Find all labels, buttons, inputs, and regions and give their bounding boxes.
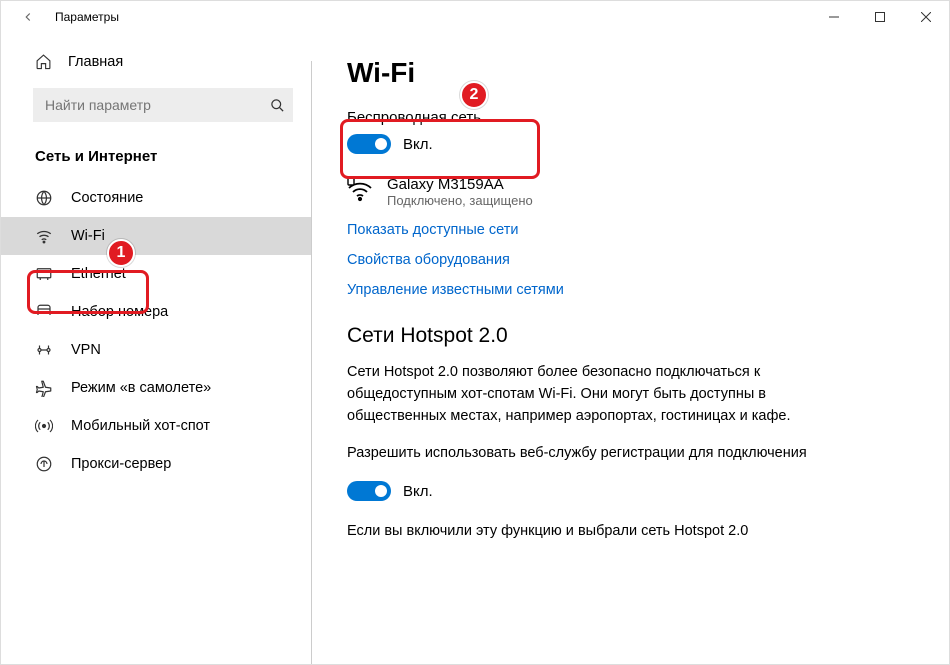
status-icon bbox=[35, 189, 53, 207]
hotspot-allow-label: Разрешить использовать веб-службу регист… bbox=[347, 443, 867, 465]
minimize-button[interactable] bbox=[811, 1, 857, 33]
link-hardware-properties[interactable]: Свойства оборудования bbox=[347, 252, 909, 268]
page-title: Wi-Fi bbox=[347, 57, 909, 89]
content-pane: Wi-Fi Беспроводная сеть Вкл. Galaxy M315… bbox=[311, 33, 949, 664]
search-icon[interactable] bbox=[270, 88, 285, 122]
current-network[interactable]: Galaxy M3159AA Подключено, защищено bbox=[347, 176, 909, 208]
network-status: Подключено, защищено bbox=[387, 193, 533, 208]
wifi-icon bbox=[35, 227, 53, 245]
sidebar-item-label: Wi-Fi bbox=[71, 228, 105, 244]
hotspot-cutoff: Если вы включили эту функцию и выбрали с… bbox=[347, 523, 867, 539]
sidebar-item-status[interactable]: Состояние bbox=[1, 179, 311, 217]
dialup-icon bbox=[35, 303, 53, 321]
hotspot-body: Сети Hotspot 2.0 позволяют более безопас… bbox=[347, 362, 867, 427]
hotspot-state: Вкл. bbox=[403, 483, 433, 500]
link-manage-known-networks[interactable]: Управление известными сетями bbox=[347, 282, 909, 298]
maximize-button[interactable] bbox=[857, 1, 903, 33]
sidebar-item-wifi[interactable]: Wi-Fi bbox=[1, 217, 311, 255]
sidebar: Главная Сеть и Интернет Состояние Wi-Fi bbox=[1, 33, 311, 664]
window-title: Параметры bbox=[55, 10, 119, 24]
sidebar-item-label: Набор номера bbox=[71, 304, 168, 320]
vpn-icon bbox=[35, 341, 53, 359]
search-input[interactable] bbox=[33, 88, 293, 122]
sidebar-item-label: VPN bbox=[71, 342, 101, 358]
close-button[interactable] bbox=[903, 1, 949, 33]
hotspot-icon bbox=[35, 417, 53, 435]
hotspot-toggle[interactable] bbox=[347, 481, 391, 501]
sidebar-item-label: Режим «в самолете» bbox=[71, 380, 211, 396]
sidebar-item-label: Прокси-сервер bbox=[71, 456, 171, 472]
sidebar-item-ethernet[interactable]: Ethernet bbox=[1, 255, 311, 293]
hotspot-title: Сети Hotspot 2.0 bbox=[347, 324, 909, 348]
home-icon bbox=[35, 53, 52, 70]
proxy-icon bbox=[35, 455, 53, 473]
sidebar-item-dialup[interactable]: Набор номера bbox=[1, 293, 311, 331]
sidebar-item-airplane[interactable]: Режим «в самолете» bbox=[1, 369, 311, 407]
sidebar-item-label: Состояние bbox=[71, 190, 143, 206]
sidebar-item-vpn[interactable]: VPN bbox=[1, 331, 311, 369]
back-icon[interactable] bbox=[19, 8, 37, 26]
sidebar-item-label: Ethernet bbox=[71, 266, 126, 282]
caption-buttons bbox=[811, 1, 949, 33]
wireless-label: Беспроводная сеть bbox=[347, 109, 909, 126]
wifi-secure-icon bbox=[347, 178, 373, 202]
sidebar-nav: Состояние Wi-Fi Ethernet Набор номера bbox=[1, 179, 311, 483]
titlebar: Параметры bbox=[1, 1, 949, 33]
wireless-toggle[interactable] bbox=[347, 134, 391, 154]
sidebar-item-proxy[interactable]: Прокси-сервер bbox=[1, 445, 311, 483]
link-show-networks[interactable]: Показать доступные сети bbox=[347, 222, 909, 238]
sidebar-item-label: Мобильный хот-спот bbox=[71, 418, 210, 434]
sidebar-item-hotspot[interactable]: Мобильный хот-спот bbox=[1, 407, 311, 445]
sidebar-section-title: Сеть и Интернет bbox=[1, 144, 311, 179]
sidebar-home[interactable]: Главная bbox=[1, 45, 311, 78]
sidebar-home-label: Главная bbox=[68, 54, 123, 70]
ethernet-icon bbox=[35, 265, 53, 283]
network-name: Galaxy M3159AA bbox=[387, 176, 533, 193]
wireless-state: Вкл. bbox=[403, 136, 433, 153]
airplane-icon bbox=[35, 379, 53, 397]
